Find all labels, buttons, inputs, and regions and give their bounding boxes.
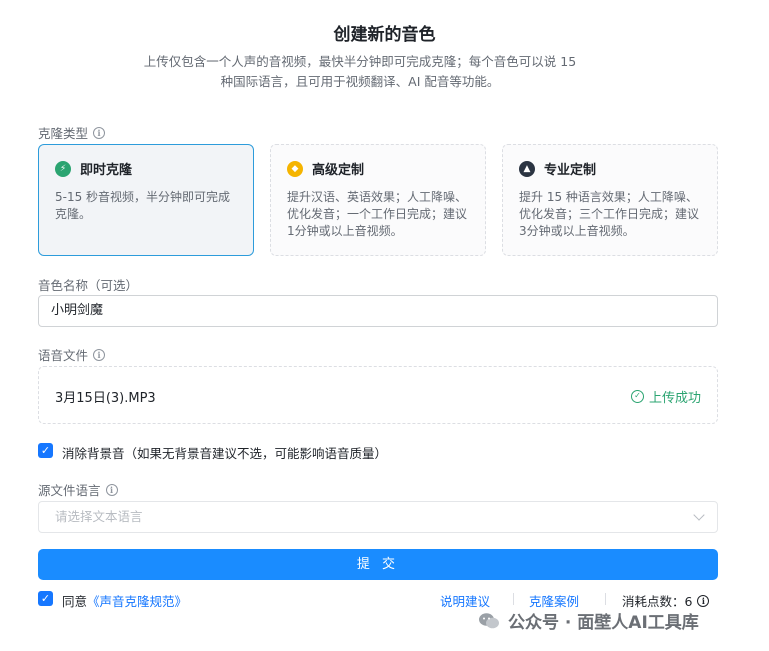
badge-icon: ◆ bbox=[287, 160, 303, 177]
clone-option-desc: 提升汉语、英语效果；人工降噪、优化发音；一个工作日完成；建议1分钟或以上音视频。 bbox=[287, 190, 468, 238]
info-icon[interactable]: i bbox=[105, 483, 118, 496]
info-icon[interactable]: i bbox=[93, 126, 106, 139]
audio-file-label-text: 语音文件 bbox=[38, 348, 89, 363]
audio-upload-area[interactable]: 3月15日(3).MP3 ✓ 上传成功 bbox=[38, 366, 718, 424]
watermark: 公众号 · 面壁人AI工具库 bbox=[478, 608, 699, 633]
remove-bg-text: 消除背景音（如果无背景音建议不选，可能影响语音质量） bbox=[62, 446, 388, 461]
lightning-icon: ⚡ bbox=[55, 160, 71, 177]
chevron-down-icon bbox=[693, 509, 705, 521]
agree-link[interactable]: 《声音克隆规范》 bbox=[87, 594, 187, 609]
agree-prefix: 同意 bbox=[62, 594, 88, 609]
page-title: 创建新的音色 bbox=[333, 25, 436, 45]
agree-checkbox[interactable]: ✓ bbox=[38, 591, 53, 606]
clone-option-name: 专业定制 bbox=[544, 163, 597, 178]
divider bbox=[605, 593, 606, 605]
voice-name-label: 音色名称（可选） bbox=[38, 278, 139, 293]
page-subtitle: 上传仅包含一个人声的音视频，最快半分钟即可完成克隆；每个音色可以说 15 种国际… bbox=[100, 52, 620, 92]
upload-status-text: 上传成功 bbox=[648, 391, 701, 406]
clone-option-desc: 提升 15 种语言效果；人工降噪、优化发音；三个工作日完成；建议3分钟或以上音视… bbox=[519, 190, 700, 238]
clone-option-advanced[interactable]: ◆ 高级定制 提升汉语、英语效果；人工降噪、优化发音；一个工作日完成；建议1分钟… bbox=[270, 144, 486, 256]
info-icon[interactable]: i bbox=[93, 348, 106, 361]
info-icon[interactable]: i bbox=[697, 594, 710, 607]
sail-icon: ▲ bbox=[519, 160, 535, 177]
clone-option-professional[interactable]: ▲ 专业定制 提升 15 种语言效果；人工降噪、优化发音；三个工作日完成；建议3… bbox=[502, 144, 718, 256]
check-circle-icon: ✓ bbox=[630, 390, 644, 403]
clone-option-desc: 5-15 秒音视频，半分钟即可完成克隆。 bbox=[55, 190, 231, 221]
clone-type-label: 克隆类型 i bbox=[38, 123, 106, 142]
source-lang-label-text: 源文件语言 bbox=[38, 483, 101, 498]
voice-name-input[interactable]: 小明剑魔 bbox=[38, 295, 718, 327]
subtitle-line-2: 种国际语言，且可用于视频翻译、AI 配音等功能。 bbox=[220, 74, 500, 89]
source-lang-select[interactable]: 请选择文本语言 bbox=[38, 501, 718, 533]
clone-option-instant[interactable]: ⚡ 即时克隆 5-15 秒音视频，半分钟即可完成克隆。 bbox=[38, 144, 254, 256]
upload-status: ✓ 上传成功 bbox=[630, 387, 701, 406]
watermark-text: 公众号 · 面壁人AI工具库 bbox=[508, 613, 699, 633]
divider bbox=[513, 593, 514, 605]
source-lang-label: 源文件语言 i bbox=[38, 480, 118, 499]
wechat-icon bbox=[479, 612, 499, 628]
subtitle-line-1: 上传仅包含一个人声的音视频，最快半分钟即可完成克隆；每个音色可以说 15 bbox=[143, 54, 577, 69]
remove-bg-checkbox[interactable]: ✓ bbox=[38, 443, 53, 458]
agree-text: 同意《声音克隆规范》 bbox=[62, 591, 187, 610]
source-lang-placeholder: 请选择文本语言 bbox=[55, 509, 143, 524]
clone-type-label-text: 克隆类型 bbox=[38, 126, 89, 141]
file-name: 3月15日(3).MP3 bbox=[55, 391, 156, 406]
clone-option-name: 即时克隆 bbox=[80, 163, 133, 178]
submit-button[interactable]: 提 交 bbox=[38, 549, 718, 580]
audio-file-label: 语音文件 i bbox=[38, 345, 106, 364]
clone-option-name: 高级定制 bbox=[312, 163, 365, 178]
